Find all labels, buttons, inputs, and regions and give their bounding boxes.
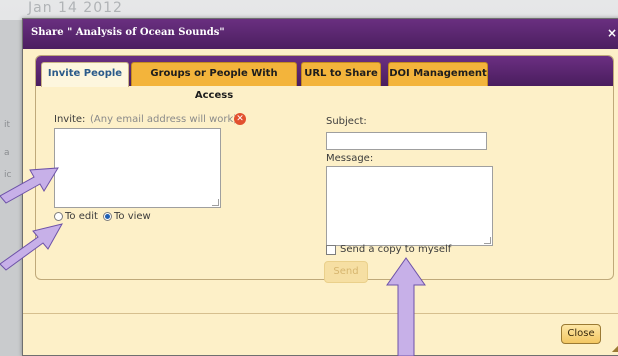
resize-grip-icon[interactable] xyxy=(212,199,219,206)
to-view-radio[interactable] xyxy=(103,212,112,221)
invite-hint: (Any email address will work) xyxy=(90,114,238,125)
background-fragment: it xyxy=(4,120,11,130)
tab-invite-people[interactable]: Invite People xyxy=(41,62,129,87)
resize-grip-icon[interactable] xyxy=(484,237,491,244)
x-circle-icon[interactable]: ✕ xyxy=(234,113,246,125)
dialog-content-panel: Invite People Groups or People With Acce… xyxy=(35,55,614,283)
to-edit-radio[interactable] xyxy=(54,212,63,221)
tab-groups-or-people-with-access[interactable]: Groups or People With Access xyxy=(131,62,297,101)
share-dialog: Share " Analysis of Ocean Sounds" × Invi… xyxy=(22,18,618,356)
tab-bar: Invite People Groups or People With Acce… xyxy=(36,56,613,101)
background-date-text: Jan 14 2012 xyxy=(28,0,123,16)
background-fragment: a xyxy=(4,148,10,158)
invite-textarea[interactable] xyxy=(54,128,221,208)
subject-label: Subject: xyxy=(326,116,367,127)
subject-input[interactable] xyxy=(326,132,487,150)
message-label: Message: xyxy=(326,153,374,164)
send-copy-label: Send a copy to myself xyxy=(340,244,452,255)
message-textarea[interactable] xyxy=(326,166,493,246)
send-button[interactable]: Send xyxy=(324,261,368,283)
send-copy-checkbox[interactable] xyxy=(326,245,336,255)
footer-divider xyxy=(23,313,618,314)
dialog-title: Share " Analysis of Ocean Sounds" xyxy=(31,27,225,38)
background-left-strip: it a ic xyxy=(0,20,22,356)
to-edit-label: To edit xyxy=(65,211,98,222)
tab-url-to-share[interactable]: URL to Share xyxy=(301,62,381,86)
tab-doi-management[interactable]: DOI Management xyxy=(388,62,488,86)
dialog-titlebar[interactable]: Share " Analysis of Ocean Sounds" × xyxy=(23,19,618,49)
close-button[interactable]: Close xyxy=(561,324,601,344)
dialog-resize-grip-icon[interactable]: ◢ xyxy=(612,344,618,353)
close-icon[interactable]: × xyxy=(607,26,617,40)
to-view-label: To view xyxy=(114,211,151,222)
invite-label: Invite: xyxy=(54,114,86,125)
background-fragment: ic xyxy=(4,170,12,180)
